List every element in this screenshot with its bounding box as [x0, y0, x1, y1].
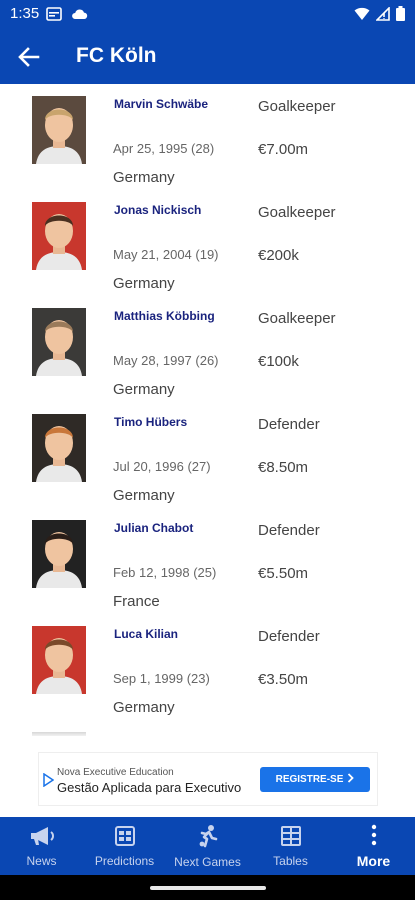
player-photo — [32, 96, 86, 164]
nav-predictions[interactable]: Predictions — [83, 817, 166, 875]
player-running-icon — [197, 824, 219, 851]
player-position: Goalkeeper — [258, 98, 336, 115]
predictions-icon — [114, 825, 136, 850]
nav-more-label: More — [356, 852, 391, 869]
player-position: Defender — [258, 522, 320, 539]
nav-next-games[interactable]: Next Games — [166, 817, 249, 875]
ad-cta-label: REGISTRE-SE — [275, 774, 344, 785]
player-name: Jonas Nickisch — [114, 203, 202, 217]
status-time: 1:35 — [10, 5, 40, 22]
player-market-value: €3.50m — [258, 671, 309, 688]
player-face-icon — [36, 214, 82, 270]
player-name: Matthias Köbbing — [114, 309, 215, 323]
player-name: Luca Kilian — [114, 627, 179, 641]
player-name: Marvin Schwäbe — [114, 97, 209, 111]
player-row[interactable]: Luca Kilian Defender Sep 1, 1999 (23) €3… — [0, 614, 415, 720]
player-market-value: €8.50m — [258, 459, 309, 476]
table-grid-icon — [280, 825, 302, 850]
back-arrow-icon[interactable] — [16, 44, 42, 70]
player-nationality: Germany — [113, 275, 175, 292]
nav-news-label: News — [26, 853, 57, 868]
nav-tables[interactable]: Tables — [249, 817, 332, 875]
player-row[interactable]: Julian Chabot Defender Feb 12, 1998 (25)… — [0, 508, 415, 614]
player-market-value: €200k — [258, 247, 299, 264]
player-row[interactable]: Matthias Köbbing Goalkeeper May 28, 1997… — [0, 296, 415, 402]
ad-cta-button[interactable]: REGISTRE-SE — [260, 767, 370, 792]
player-position: Defender — [258, 628, 320, 645]
player-face-icon — [36, 426, 82, 482]
player-market-value: €7.00m — [258, 141, 309, 158]
player-photo — [32, 202, 86, 270]
home-gesture-handle[interactable] — [150, 886, 266, 890]
player-face-icon — [36, 532, 82, 588]
nav-more[interactable]: More — [332, 817, 415, 875]
player-name: Julian Chabot — [114, 521, 194, 535]
player-row[interactable]: Marvin Schwäbe Goalkeeper Apr 25, 1995 (… — [0, 84, 415, 190]
system-gesture-bar — [0, 875, 415, 900]
list-fade — [0, 728, 415, 738]
calendar-notification-icon — [46, 7, 62, 26]
nav-tables-label: Tables — [273, 853, 308, 868]
player-name: Timo Hübers — [114, 415, 188, 429]
adchoices-icon[interactable] — [43, 772, 55, 792]
player-birthdate: May 21, 2004 (19) — [113, 247, 219, 262]
wifi-icon — [354, 7, 370, 26]
player-birthdate: Jul 20, 1996 (27) — [113, 459, 211, 474]
nav-news[interactable]: News — [0, 817, 83, 875]
player-photo — [32, 414, 86, 482]
chevron-right-icon — [347, 773, 355, 786]
player-market-value: €100k — [258, 353, 299, 370]
app-bar: FC Köln — [0, 28, 415, 84]
more-vertical-icon — [370, 824, 378, 849]
ad-banner[interactable]: Nova Executive Education Gestão Aplicada… — [38, 752, 378, 806]
player-birthdate: Apr 25, 1995 (28) — [113, 141, 215, 156]
player-position: Goalkeeper — [258, 310, 336, 327]
player-row[interactable]: Timo Hübers Defender Jul 20, 1996 (27) €… — [0, 402, 415, 508]
player-birthdate: May 28, 1997 (26) — [113, 353, 219, 368]
player-nationality: Germany — [113, 169, 175, 186]
player-face-icon — [36, 320, 82, 376]
battery-icon — [396, 6, 405, 26]
player-nationality: Germany — [113, 487, 175, 504]
bottom-navigation: News Predictions Next Games Tables More — [0, 817, 415, 875]
player-list[interactable]: Marvin Schwäbe Goalkeeper Apr 25, 1995 (… — [0, 84, 415, 736]
signal-icon — [375, 5, 390, 26]
player-photo — [32, 308, 86, 376]
player-photo — [32, 626, 86, 694]
megaphone-icon — [28, 825, 56, 850]
player-nationality: Germany — [113, 699, 175, 716]
player-position: Goalkeeper — [258, 204, 336, 221]
player-face-icon — [36, 638, 82, 694]
player-face-icon — [36, 108, 82, 164]
nav-next-games-label: Next Games — [174, 854, 241, 869]
ad-brand: Nova Executive Education — [57, 767, 174, 778]
player-birthdate: Sep 1, 1999 (23) — [113, 671, 210, 686]
player-nationality: Germany — [113, 381, 175, 398]
player-row[interactable]: Jonas Nickisch Goalkeeper May 21, 2004 (… — [0, 190, 415, 296]
status-bar: 1:35 — [0, 0, 415, 28]
player-market-value: €5.50m — [258, 565, 309, 582]
player-nationality: France — [113, 593, 160, 610]
player-photo — [32, 520, 86, 588]
nav-predictions-label: Predictions — [94, 853, 155, 868]
player-position: Defender — [258, 416, 320, 433]
cloud-icon — [70, 7, 88, 26]
player-birthdate: Feb 12, 1998 (25) — [113, 565, 217, 580]
ad-headline[interactable]: Gestão Aplicada para Executivo — [57, 780, 241, 795]
page-title: FC Köln — [76, 44, 157, 67]
